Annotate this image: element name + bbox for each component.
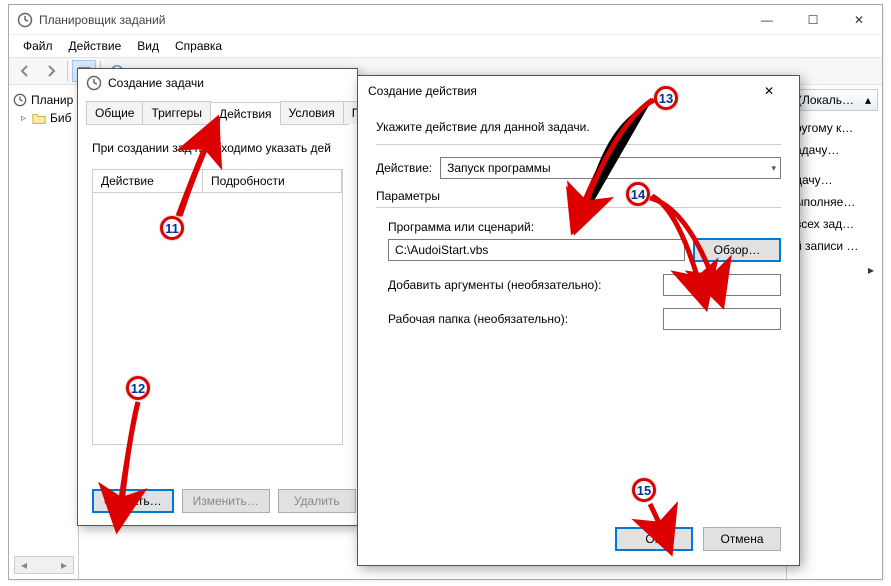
close-button[interactable]: ✕: [836, 5, 882, 35]
clock-icon: [13, 93, 27, 107]
window-title: Планировщик заданий: [39, 13, 744, 27]
workdir-label: Рабочая папка (необязательно):: [388, 312, 568, 326]
browse-button[interactable]: Обзор…: [693, 238, 781, 262]
actions-pane: (Локаль… ▴ ругому к… адачу… дачу… ыполня…: [786, 85, 882, 579]
workdir-input[interactable]: [663, 308, 781, 330]
expand-icon[interactable]: ▹: [19, 113, 28, 124]
actions-pane-header: (Локаль… ▴: [791, 89, 878, 111]
nav-forward-button[interactable]: [39, 60, 63, 82]
max-button[interactable]: ☐: [790, 5, 836, 35]
tab-conditions[interactable]: Условия: [280, 101, 344, 124]
clock-icon: [17, 12, 33, 28]
menubar: Файл Действие Вид Справка: [9, 35, 882, 57]
pane-expand-chevron[interactable]: ▸: [787, 259, 882, 281]
toolbar-separator: [67, 61, 68, 81]
arguments-input[interactable]: [663, 274, 781, 296]
annotation-11: 11: [160, 216, 184, 240]
cancel-button[interactable]: Отмена: [703, 527, 781, 551]
dialog-title: Создание действия: [368, 84, 477, 98]
titlebar: Планировщик заданий — ☐ ✕: [9, 5, 882, 35]
delete-action-button: Удалить: [278, 489, 356, 513]
tabstrip: Общие Триггеры Действия Условия Пара: [86, 101, 349, 125]
tree-hscroll[interactable]: ◂▸: [14, 556, 74, 574]
action-item[interactable]: адачу…: [793, 139, 876, 161]
tree-child-label: Биб: [50, 111, 71, 125]
dialog-titlebar: Создание задачи: [78, 69, 357, 97]
new-action-button[interactable]: Создать…: [92, 489, 174, 513]
actions-list-header: Действие Подробности: [92, 169, 343, 193]
col-details[interactable]: Подробности: [203, 170, 342, 192]
menu-file[interactable]: Файл: [15, 37, 61, 55]
program-label: Программа или сценарий:: [388, 220, 781, 234]
dialog-titlebar: Создание действия ✕: [358, 76, 799, 106]
action-combo[interactable]: Запуск программы ▾: [440, 157, 781, 179]
tree-pane: Планир ▹ Биб: [9, 85, 79, 579]
min-button[interactable]: —: [744, 5, 790, 35]
tab-actions[interactable]: Действия: [210, 102, 281, 125]
annotation-13: 13: [654, 86, 678, 110]
col-action[interactable]: Действие: [93, 170, 203, 192]
close-button[interactable]: ✕: [749, 84, 789, 98]
edit-action-button: Изменить…: [182, 489, 270, 513]
separator: [376, 207, 781, 208]
tree-root-item[interactable]: Планир: [13, 91, 74, 109]
tab-hint-text: При создании зад необходимо указать дей: [92, 141, 343, 155]
action-combo-label: Действие:: [376, 161, 432, 175]
action-item[interactable]: ругому к…: [793, 117, 876, 139]
tree-child-item[interactable]: ▹ Биб: [13, 109, 74, 127]
ok-button[interactable]: OK: [615, 527, 693, 551]
actions-list-body[interactable]: [92, 193, 343, 445]
action-item[interactable]: дачу…: [793, 169, 876, 191]
menu-help[interactable]: Справка: [167, 37, 230, 55]
program-input[interactable]: C:\AudoiStart.vbs: [388, 239, 685, 261]
annotation-14: 14: [626, 182, 650, 206]
action-item[interactable]: й записи …: [793, 235, 876, 257]
tab-general[interactable]: Общие: [86, 101, 143, 124]
tree-root-label: Планир: [31, 93, 73, 107]
action-item[interactable]: всех зад…: [793, 213, 876, 235]
clock-icon: [86, 75, 102, 91]
annotation-15: 15: [632, 478, 656, 502]
instruction-text: Укажите действие для данной задачи.: [376, 120, 781, 134]
menu-view[interactable]: Вид: [129, 37, 167, 55]
menu-action[interactable]: Действие: [61, 37, 130, 55]
action-combo-value: Запуск программы: [447, 161, 551, 175]
tab-triggers[interactable]: Триггеры: [142, 101, 211, 124]
parameters-group-label: Параметры: [376, 189, 781, 203]
chevron-down-icon: ▾: [771, 163, 776, 174]
nav-back-button[interactable]: [13, 60, 37, 82]
action-item[interactable]: ыполняе…: [793, 191, 876, 213]
create-task-dialog: Создание задачи Общие Триггеры Действия …: [77, 68, 358, 526]
annotation-12: 12: [126, 376, 150, 400]
create-action-dialog: Создание действия ✕ Укажите действие для…: [357, 75, 800, 566]
arguments-label: Добавить аргументы (необязательно):: [388, 278, 601, 292]
dialog-title: Создание задачи: [108, 76, 204, 90]
folder-icon: [32, 111, 46, 125]
separator: [376, 144, 781, 145]
